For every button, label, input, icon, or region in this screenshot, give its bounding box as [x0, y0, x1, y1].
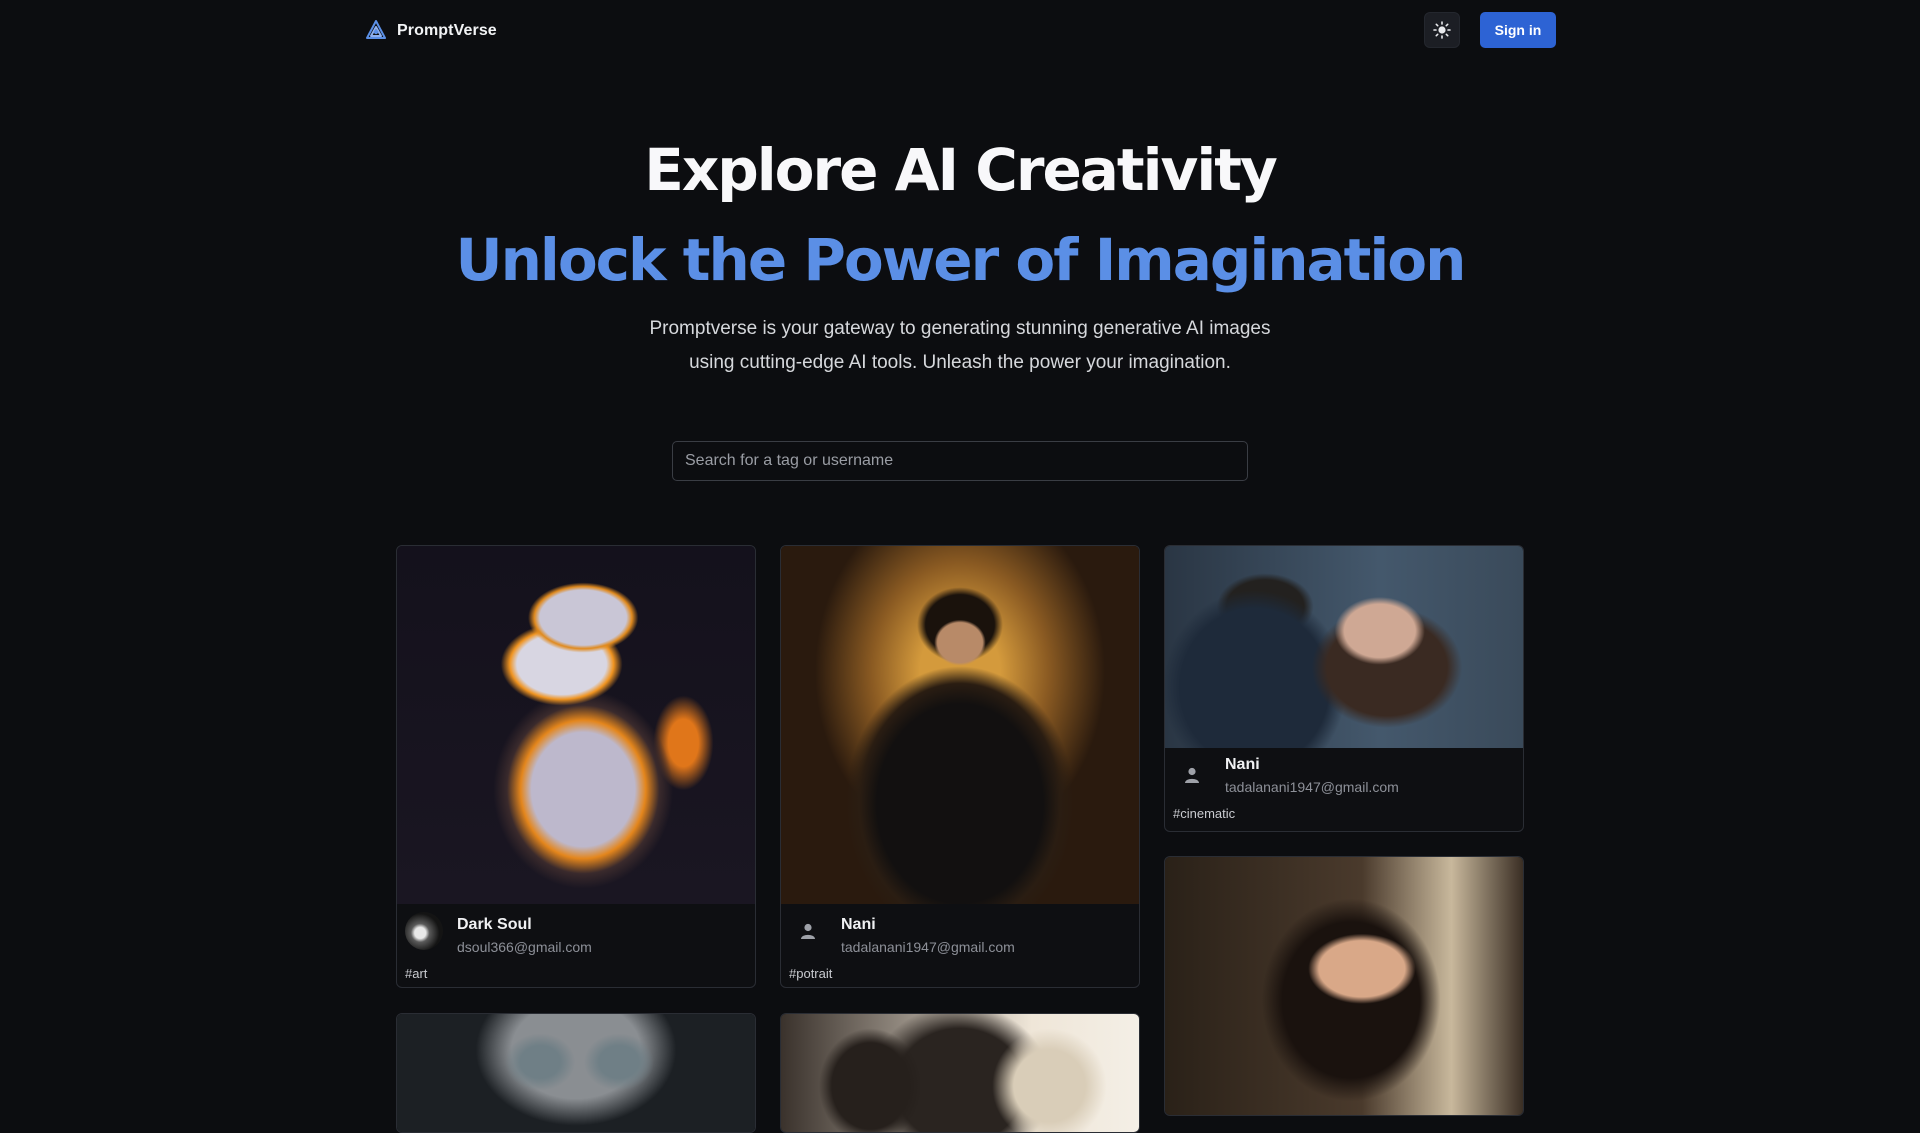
triangle-knot-logo-icon: [366, 20, 386, 39]
hero-description: Promptverse is your gateway to generatin…: [649, 318, 1271, 373]
hero-subtitle: Unlock the Power of Imagination: [455, 226, 1467, 294]
post-image[interactable]: [781, 546, 1139, 904]
post-card[interactable]: [780, 1013, 1140, 1133]
post-image[interactable]: [1165, 857, 1523, 1115]
avatar[interactable]: [405, 912, 443, 950]
post-email: tadalanani1947@gmail.com: [1225, 779, 1399, 795]
post-meta: Nani tadalanani1947@gmail.com #potrait: [781, 904, 1139, 987]
brand-link[interactable]: PromptVerse: [363, 18, 497, 44]
post-image[interactable]: [1165, 546, 1523, 748]
post-meta: Dark Soul dsoul366@gmail.com #art: [397, 904, 755, 987]
post-username[interactable]: Nani: [1225, 756, 1260, 774]
post-image[interactable]: [397, 1014, 755, 1132]
avatar[interactable]: [789, 912, 827, 950]
post-tag[interactable]: #cinematic: [1173, 806, 1235, 821]
brand-name: PromptVerse: [397, 22, 497, 39]
post-tag[interactable]: #art: [405, 966, 427, 981]
user-icon: [801, 923, 815, 939]
post-card[interactable]: Nani tadalanani1947@gmail.com #potrait: [780, 545, 1140, 988]
post-image[interactable]: [397, 546, 755, 904]
post-card[interactable]: [1164, 856, 1524, 1116]
sign-in-button[interactable]: Sign in: [1480, 12, 1556, 48]
post-username[interactable]: Nani: [841, 916, 876, 934]
post-card[interactable]: Nani tadalanani1947@gmail.com #cinematic: [1164, 545, 1524, 832]
post-meta: Nani tadalanani1947@gmail.com #cinematic: [1165, 748, 1523, 831]
post-card[interactable]: Dark Soul dsoul366@gmail.com #art: [396, 545, 756, 988]
post-tag[interactable]: #potrait: [789, 966, 832, 981]
post-card[interactable]: [396, 1013, 756, 1133]
user-icon: [1185, 767, 1199, 783]
sun-icon: [1433, 21, 1451, 39]
post-email: tadalanani1947@gmail.com: [841, 939, 1015, 955]
post-image[interactable]: [781, 1014, 1139, 1132]
post-username[interactable]: Dark Soul: [457, 916, 532, 934]
hero-title: Explore AI Creativity: [644, 136, 1278, 204]
post-email: dsoul366@gmail.com: [457, 939, 592, 955]
search-input[interactable]: [672, 441, 1248, 481]
theme-toggle-button[interactable]: [1424, 12, 1460, 48]
top-navbar: PromptVerse Sign in: [0, 0, 1920, 60]
avatar[interactable]: [1173, 756, 1211, 794]
